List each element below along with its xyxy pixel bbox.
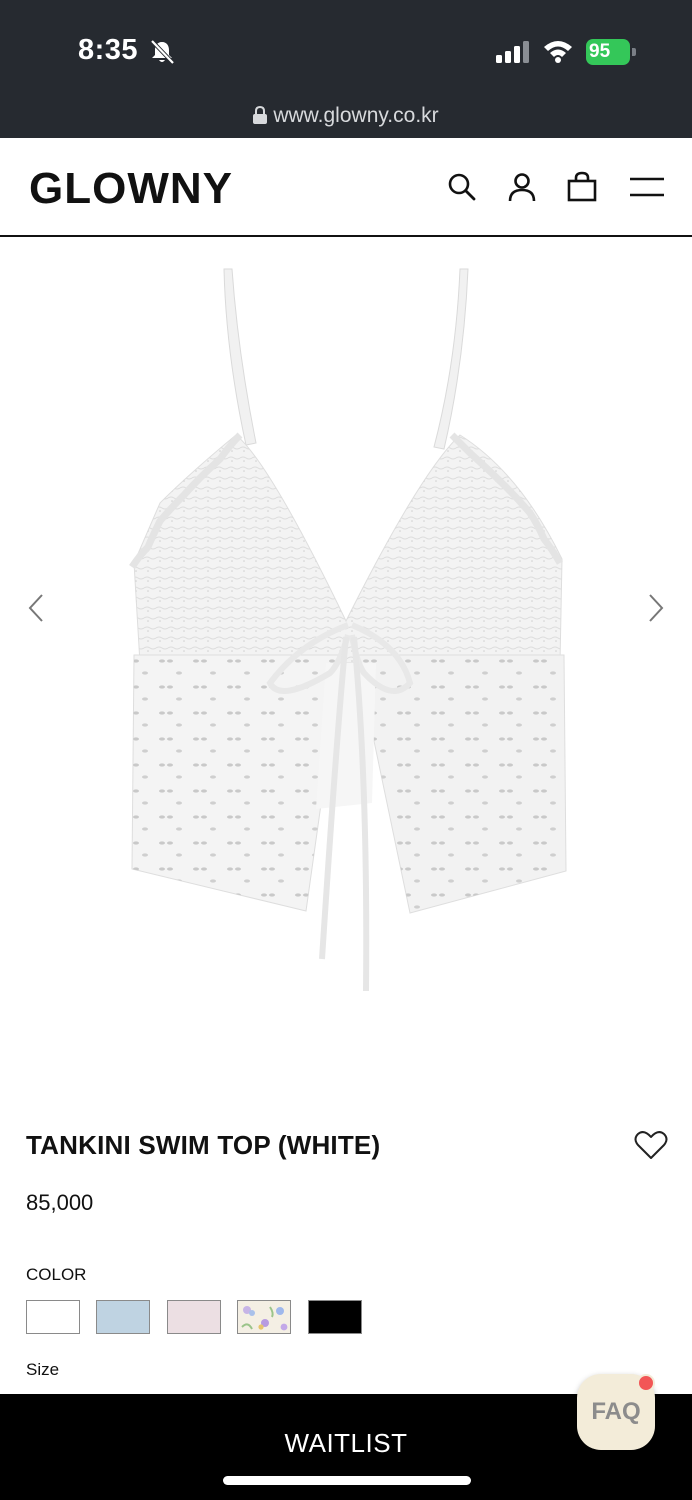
color-label: COLOR	[26, 1265, 87, 1284]
site-logo[interactable]: GLOWNY	[29, 164, 233, 214]
shopping-bag-icon[interactable]	[565, 170, 599, 204]
status-time: 8:35	[78, 34, 139, 66]
battery-level: 95	[589, 41, 611, 62]
battery-charging-icon: 95	[586, 39, 636, 65]
floral-pattern	[241, 1306, 288, 1331]
notification-dot	[637, 1374, 655, 1392]
menu-icon[interactable]	[628, 170, 666, 204]
lock-icon	[253, 106, 268, 124]
wifi-icon	[544, 41, 572, 63]
heart-icon[interactable]	[634, 1130, 668, 1160]
faq-label: FAQ	[591, 1398, 641, 1425]
status-bar: 8:35 95 www.glowny.co.kr	[0, 0, 692, 138]
swatch-light-blue[interactable]	[96, 1300, 150, 1334]
user-icon[interactable]	[505, 170, 539, 204]
product-gallery[interactable]	[0, 237, 692, 1087]
product-price: 85,000	[26, 1190, 94, 1215]
product-image	[129, 268, 567, 992]
swatch-floral[interactable]	[237, 1300, 291, 1334]
faq-button[interactable]: FAQ	[577, 1374, 655, 1450]
search-icon[interactable]	[445, 170, 479, 204]
chevron-left-icon[interactable]	[24, 592, 48, 624]
site-header: GLOWNY	[0, 138, 692, 237]
url-text: www.glowny.co.kr	[273, 104, 439, 127]
chevron-right-icon[interactable]	[644, 592, 668, 624]
bell-slash-icon	[150, 39, 175, 65]
url-bar[interactable]: www.glowny.co.kr	[0, 104, 692, 128]
product-title: TANKINI SWIM TOP (WHITE)	[26, 1130, 381, 1160]
size-label: Size	[26, 1360, 60, 1379]
swatch-light-pink[interactable]	[167, 1300, 221, 1334]
swatch-black[interactable]	[308, 1300, 362, 1334]
swatch-white[interactable]	[26, 1300, 80, 1334]
home-indicator	[223, 1476, 471, 1485]
cellular-signal-icon	[496, 41, 529, 63]
